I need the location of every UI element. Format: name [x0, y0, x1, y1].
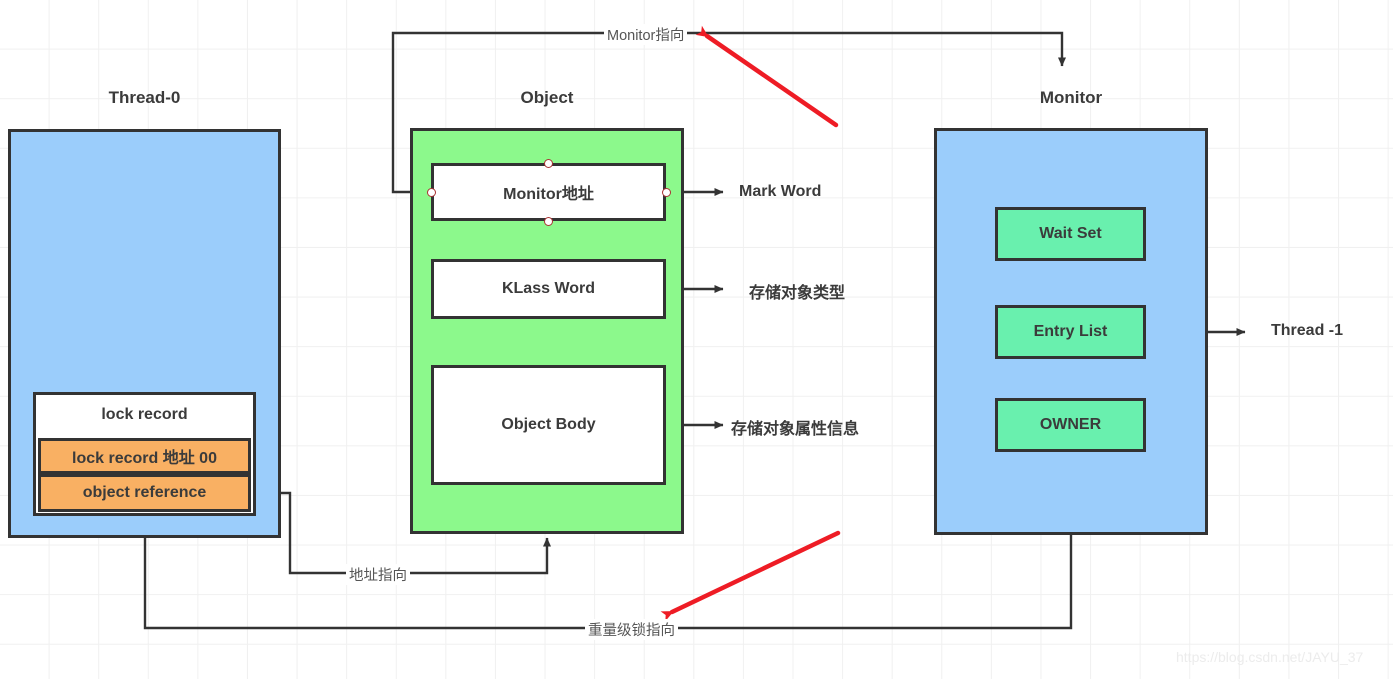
klass-word-label: KLass Word: [501, 280, 596, 297]
wait-set-box[interactable]: Wait Set: [995, 207, 1146, 261]
address-pointer-edge-label: 地址指向: [346, 564, 410, 585]
object-reference-row[interactable]: object reference: [38, 474, 251, 512]
connection-handle-left[interactable]: [427, 188, 436, 197]
lock-record-address-label: lock record 地址 00: [72, 450, 217, 467]
lock-record-header: lock record: [101, 406, 188, 423]
object-title: Object: [520, 88, 574, 107]
heavy-lock-pointer-edge-label: 重量级锁指向: [585, 619, 678, 640]
entry-list-box[interactable]: Entry List: [995, 305, 1146, 359]
klass-word-annotation: 存储对象类型: [749, 285, 846, 302]
diagram-canvas: Thread-0 Object Monitor lock record lock…: [0, 0, 1393, 679]
object-body-label: Object Body: [501, 416, 596, 433]
connection-handle-top[interactable]: [544, 159, 553, 168]
object-body-box[interactable]: Object Body: [431, 365, 666, 485]
monitor-pointer-edge-label: Monitor指向: [604, 24, 688, 45]
owner-label: OWNER: [1039, 416, 1102, 433]
wait-set-label: Wait Set: [1039, 225, 1102, 242]
mark-word-annotation: Mark Word: [739, 183, 822, 200]
lock-record-address-row[interactable]: lock record 地址 00: [38, 438, 251, 474]
connection-handle-right[interactable]: [662, 188, 671, 197]
owner-box[interactable]: OWNER: [995, 398, 1146, 452]
red-annotation-arrow-bottom: [660, 530, 841, 622]
red-annotation-arrow-top: [695, 25, 839, 128]
entry-list-label: Entry List: [1033, 323, 1108, 340]
monitor-title: Monitor: [1039, 88, 1103, 107]
connection-handle-bottom[interactable]: [544, 217, 553, 226]
monitor-address-box[interactable]: Monitor地址: [431, 163, 666, 221]
object-reference-label: object reference: [82, 484, 207, 501]
monitor-address-label: Monitor地址: [503, 186, 594, 203]
watermark: https://blog.csdn.net/JAYU_37: [1176, 649, 1364, 665]
klass-word-box[interactable]: KLass Word: [431, 259, 666, 319]
thread-1-annotation: Thread -1: [1271, 322, 1344, 339]
object-body-annotation: 存储对象属性信息: [731, 421, 860, 438]
thread-0-title: Thread-0: [108, 88, 181, 107]
